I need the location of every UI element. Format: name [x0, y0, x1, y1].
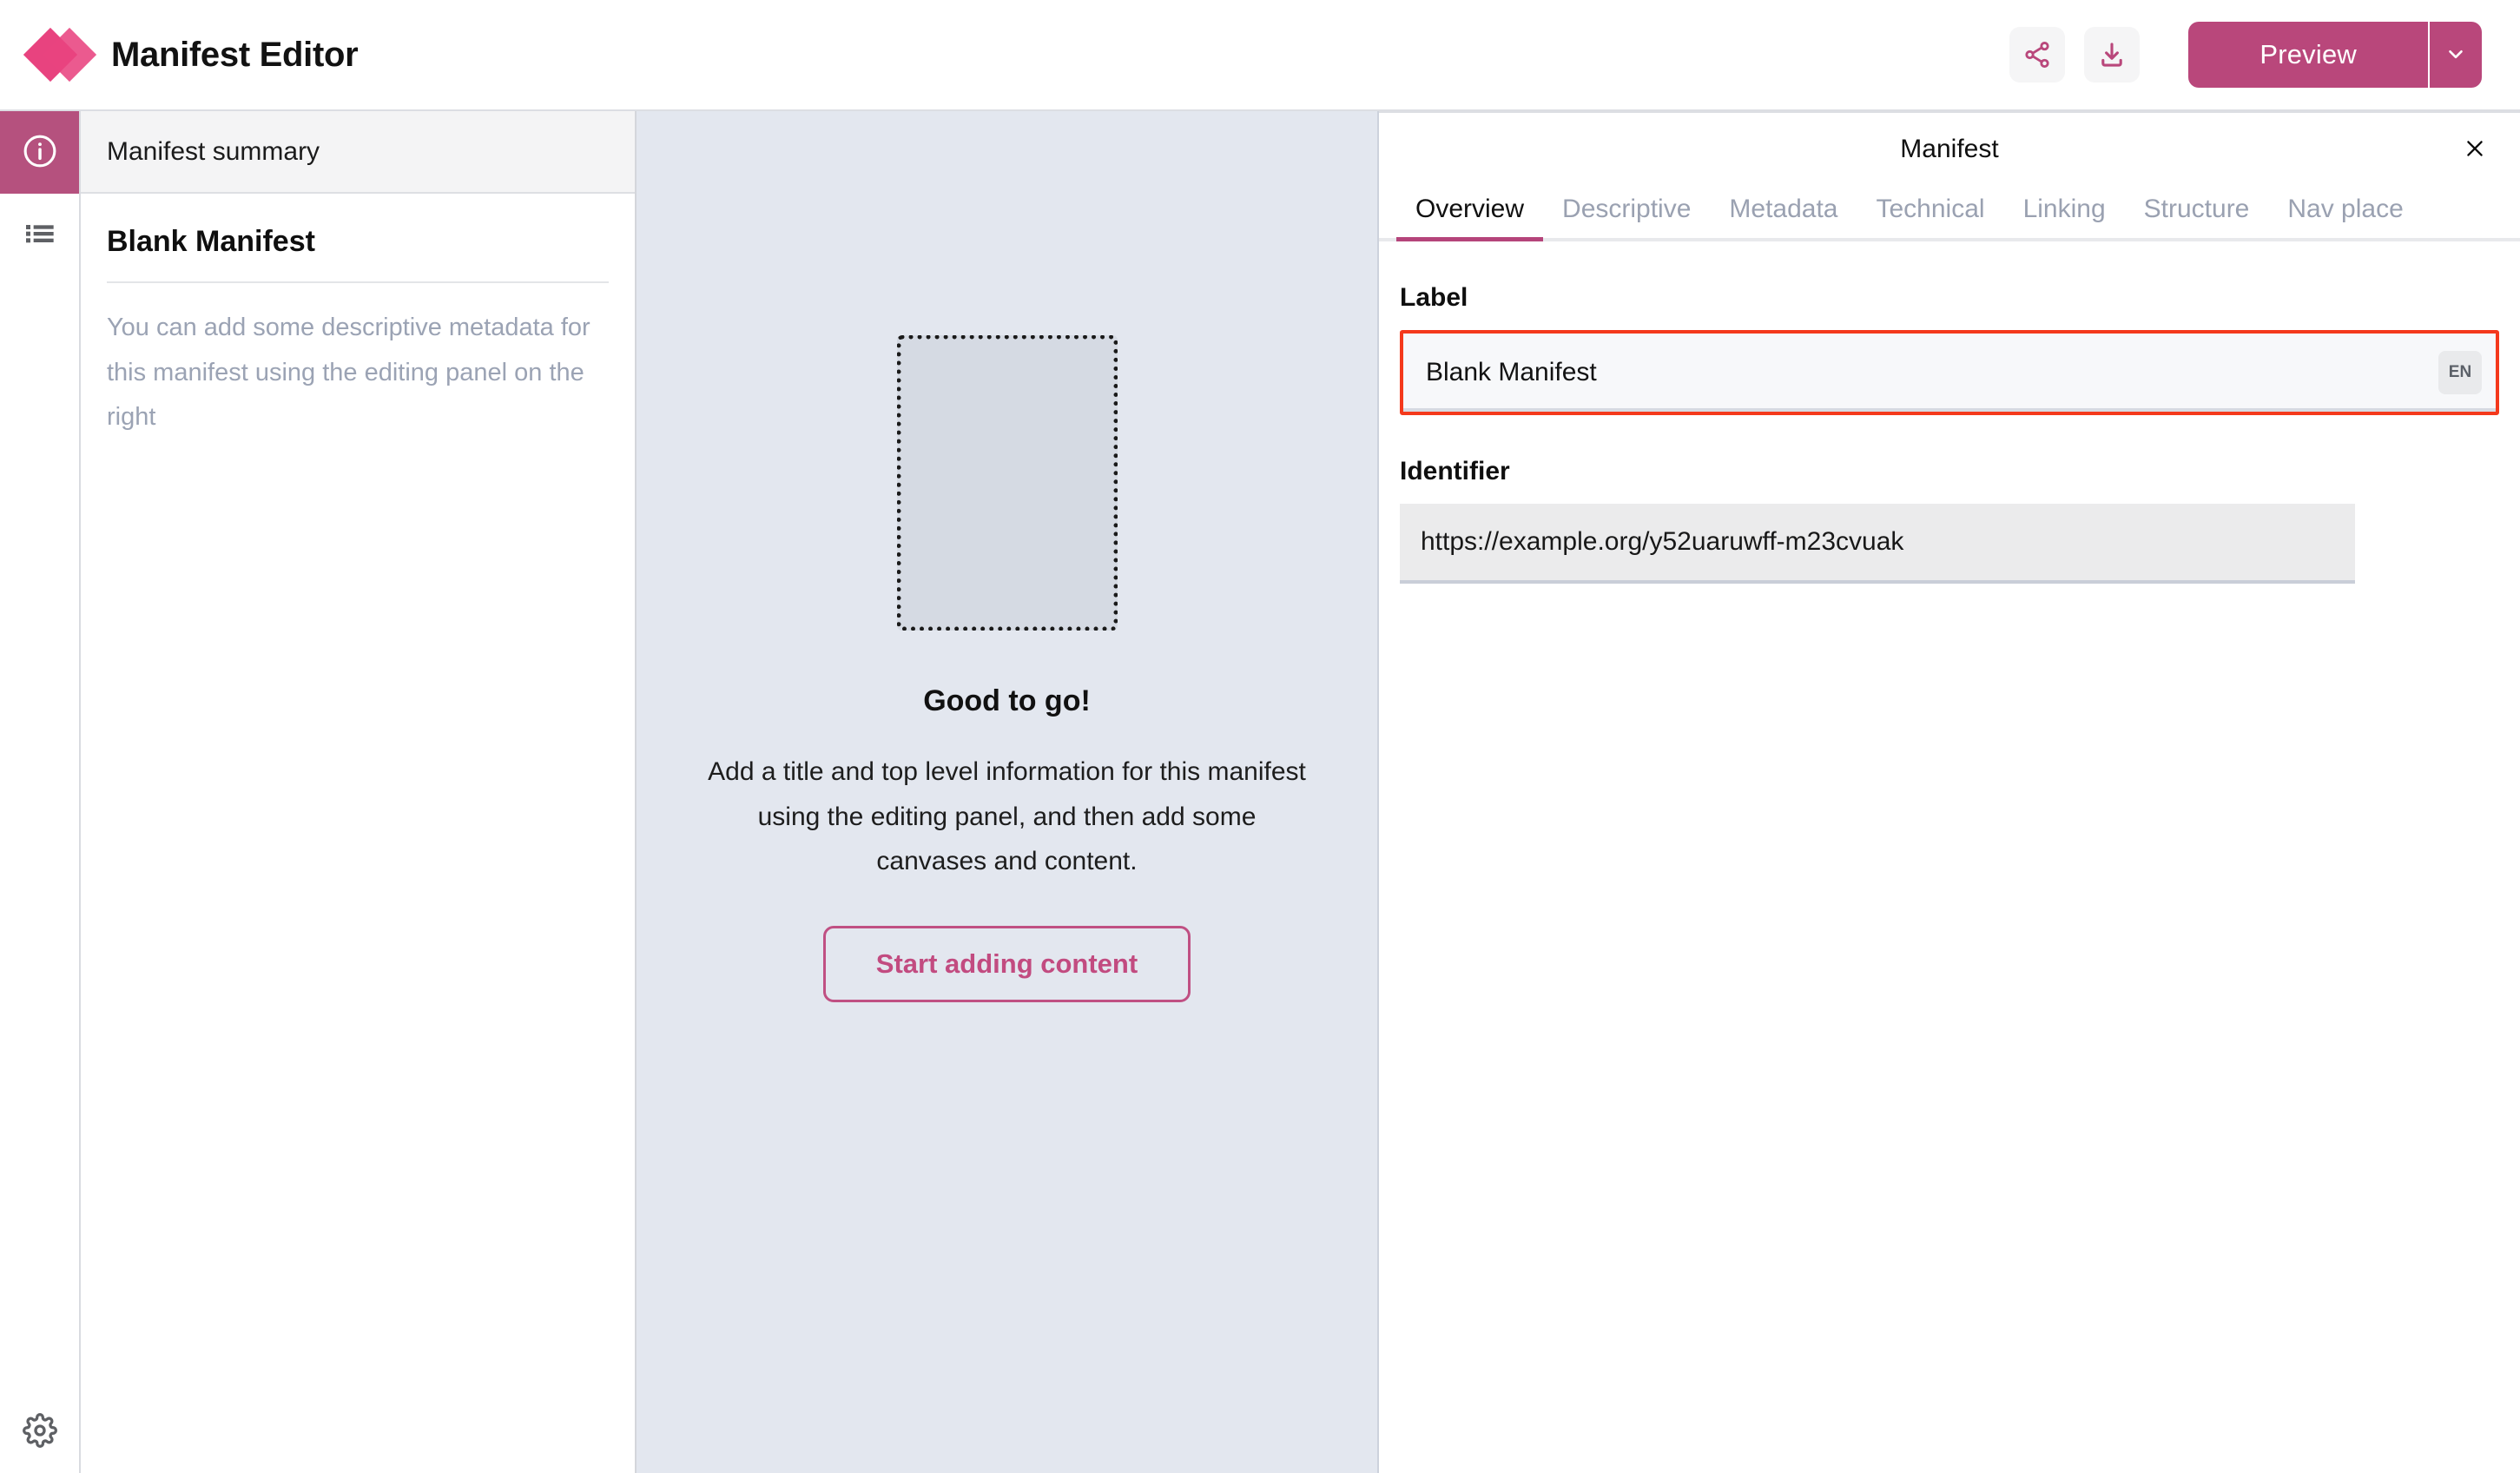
- tab-technical[interactable]: Technical: [1857, 186, 2004, 238]
- label-field-caption: Label: [1400, 283, 1468, 312]
- tab-metadata[interactable]: Metadata: [1710, 186, 1857, 238]
- editing-panel: Manifest Overview Descriptive Metadata T…: [1379, 111, 2520, 1473]
- label-input-wrapper: EN: [1400, 330, 2499, 415]
- close-panel-button[interactable]: [2452, 127, 2497, 172]
- list-icon: [23, 216, 57, 254]
- language-badge[interactable]: EN: [2438, 351, 2482, 394]
- brand: Manifest Editor: [23, 26, 359, 83]
- editor-tabs: Overview Descriptive Metadata Technical …: [1379, 186, 2520, 241]
- app-title: Manifest Editor: [111, 35, 359, 74]
- summary-header-title: Manifest summary: [107, 136, 320, 166]
- sidebar-item-canvas-list[interactable]: [0, 194, 79, 276]
- close-icon: [2463, 136, 2487, 163]
- share-button[interactable]: [2009, 27, 2066, 83]
- download-icon: [2097, 40, 2127, 69]
- share-icon: [2022, 40, 2052, 69]
- preview-button-group: Preview: [2188, 22, 2482, 88]
- chevron-down-icon: [2444, 43, 2467, 68]
- summary-panel-body: Blank Manifest You can add some descript…: [81, 194, 635, 440]
- label-input[interactable]: [1403, 334, 2438, 412]
- manifest-description: You can add some descriptive metadata fo…: [107, 314, 590, 432]
- info-circle-icon: [21, 132, 59, 173]
- identifier-field-caption: Identifier: [1400, 457, 1510, 485]
- app-header: Manifest Editor Preview: [0, 0, 2520, 111]
- tab-nav-place[interactable]: Nav place: [2268, 186, 2422, 238]
- canvas-body-text: Add a title and top level information fo…: [708, 757, 1306, 876]
- start-adding-content-button[interactable]: Start adding content: [822, 925, 1191, 1002]
- tab-overview[interactable]: Overview: [1396, 186, 1544, 241]
- tab-linking[interactable]: Linking: [2004, 186, 2125, 238]
- icon-rail: [0, 111, 81, 1473]
- manifest-title: Blank Manifest: [107, 225, 315, 258]
- empty-canvas-placeholder: [896, 335, 1118, 631]
- editing-panel-title: Manifest: [1900, 135, 1999, 163]
- header-actions: Preview: [2009, 22, 2482, 88]
- canvas-heading: Good to go!: [923, 684, 1091, 717]
- canvas-preview-area: Good to go! Add a title and top level in…: [637, 111, 1379, 1473]
- download-button[interactable]: [2084, 27, 2141, 83]
- divider: [107, 281, 609, 283]
- settings-button[interactable]: [0, 1390, 79, 1473]
- summary-panel-header: Manifest summary: [81, 111, 635, 194]
- label-field-group: Label EN: [1400, 283, 2499, 415]
- app-body: Manifest summary Blank Manifest You can …: [0, 111, 2520, 1473]
- editor-form: Label EN Identifier: [1379, 241, 2520, 625]
- diamonds-logo-icon: [23, 26, 97, 83]
- tab-structure[interactable]: Structure: [2125, 186, 2269, 238]
- manifest-editor-app: Manifest Editor Preview Manifest summary…: [0, 0, 2520, 1473]
- preview-button[interactable]: Preview: [2188, 22, 2428, 88]
- gear-icon: [22, 1413, 57, 1450]
- tab-descriptive[interactable]: Descriptive: [1543, 186, 1710, 238]
- manifest-summary-panel: Manifest summary Blank Manifest You can …: [81, 111, 637, 1473]
- sidebar-item-manifest-summary[interactable]: [0, 111, 79, 194]
- preview-dropdown-button[interactable]: [2428, 22, 2482, 88]
- rail-spacer: [0, 276, 79, 1390]
- identifier-input[interactable]: [1400, 504, 2355, 584]
- editing-panel-header: Manifest: [1379, 113, 2520, 186]
- identifier-field-group: Identifier: [1400, 457, 2355, 584]
